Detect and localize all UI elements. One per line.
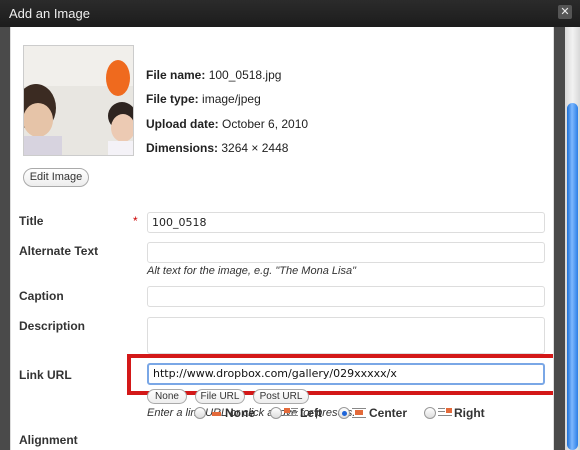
description-textarea[interactable]: [147, 317, 545, 354]
upload-date-row: Upload date: October 6, 2010: [146, 117, 309, 131]
dialog-titlebar: Add an Image ✕: [0, 0, 580, 27]
link-none-button[interactable]: None: [147, 389, 187, 404]
alignment-options: None Left Center Right: [184, 406, 544, 422]
align-center-radio[interactable]: [338, 407, 350, 419]
link-post-url-button[interactable]: Post URL: [253, 389, 309, 404]
align-center-label: Center: [369, 406, 408, 420]
dimensions-row: Dimensions: 3264 × 2448: [146, 141, 289, 155]
align-right-radio[interactable]: [424, 407, 436, 419]
title-label: Title: [19, 214, 44, 228]
caption-label: Caption: [19, 289, 64, 303]
file-name-row: File name: 100_0518.jpg: [146, 68, 282, 82]
link-url-input[interactable]: http://www.dropbox.com/gallery/029xxxxx/…: [147, 363, 545, 385]
dialog-title: Add an Image: [9, 6, 90, 21]
caption-input[interactable]: [147, 286, 545, 307]
align-right-label: Right: [454, 406, 485, 420]
link-file-url-button[interactable]: File URL: [195, 389, 245, 404]
file-type-row: File type: image/jpeg: [146, 92, 261, 106]
align-left-icon: [284, 408, 298, 416]
image-thumbnail: [23, 45, 134, 156]
close-icon[interactable]: ✕: [558, 5, 572, 19]
align-none-radio[interactable]: [194, 407, 206, 419]
alignment-label: Alignment: [19, 433, 78, 447]
scrollbar-thumb[interactable]: [567, 103, 578, 450]
alt-text-input[interactable]: [147, 242, 545, 263]
title-input[interactable]: 100_0518: [147, 212, 545, 233]
alt-text-label: Alternate Text: [19, 244, 99, 258]
align-none-icon: [212, 412, 221, 416]
align-right-icon: [438, 408, 452, 416]
align-center-icon: [352, 408, 366, 418]
dialog-content: File name: 100_0518.jpg File type: image…: [10, 27, 554, 450]
edit-image-button[interactable]: Edit Image: [23, 168, 89, 187]
description-label: Description: [19, 319, 86, 333]
align-left-label: Left: [300, 406, 322, 420]
required-marker: *: [133, 214, 138, 228]
alt-text-hint: Alt text for the image, e.g. "The Mona L…: [147, 265, 356, 277]
align-left-radio[interactable]: [270, 407, 282, 419]
link-url-label: Link URL: [19, 368, 72, 382]
align-none-label: None: [225, 406, 255, 420]
